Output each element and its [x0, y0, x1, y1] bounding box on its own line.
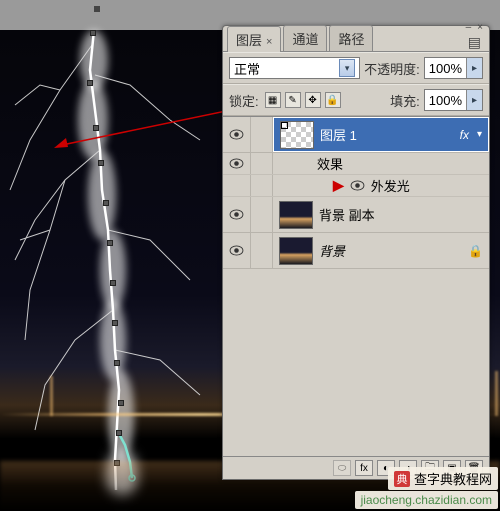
layer-row-bg[interactable]: 背景 🔒 [223, 233, 489, 269]
layer-name: 背景 副本 [319, 205, 375, 224]
visibility-toggle[interactable] [223, 233, 251, 268]
lock-transparent-icon[interactable]: ▦ [265, 92, 281, 108]
tab-paths[interactable]: 路径 [329, 25, 373, 51]
opacity-label: 不透明度: [364, 59, 420, 78]
lock-label: 锁定: [229, 91, 259, 110]
fx-badge[interactable]: fx [460, 128, 469, 142]
tab-layers[interactable]: 图层× [227, 26, 281, 52]
close-icon[interactable]: × [477, 22, 483, 33]
fx-collapse-icon[interactable]: ▾ [477, 129, 482, 140]
close-tab-icon[interactable]: × [266, 36, 272, 48]
layer-name: 背景 [319, 241, 345, 260]
layers-panel: – × 图层× 通道 路径 ▤ 正常 ▾ 不透明度: 100%▸ 锁定: ▦ ✎… [222, 25, 490, 480]
panel-menu-icon[interactable]: ▤ [468, 34, 481, 51]
watermark: 典 查字典教程网 jiaocheng.chazidian.com [355, 467, 498, 509]
visibility-toggle[interactable] [223, 197, 251, 232]
visibility-toggle[interactable] [223, 153, 251, 174]
lock-position-icon[interactable]: ✥ [305, 92, 321, 108]
minimize-icon[interactable]: – [466, 22, 472, 33]
lock-icon: 🔒 [468, 244, 483, 258]
lock-pixels-icon[interactable]: ✎ [285, 92, 301, 108]
layer-thumbnail [280, 121, 314, 149]
fill-label: 填充: [390, 91, 420, 110]
layer-thumbnail [279, 237, 313, 265]
effects-row[interactable]: 效果 [223, 153, 489, 175]
fill-flyout-icon[interactable]: ▸ [466, 90, 482, 110]
tab-channels[interactable]: 通道 [283, 25, 327, 51]
chevron-down-icon: ▾ [339, 59, 355, 77]
layer-row-bgcopy[interactable]: 背景 副本 [223, 197, 489, 233]
blend-mode-select[interactable]: 正常 ▾ [229, 57, 360, 79]
outer-glow-row[interactable]: ▶ 外发光 [223, 175, 489, 197]
link-layers-icon[interactable]: ⬭ [333, 460, 351, 476]
opacity-input[interactable]: 100%▸ [424, 57, 483, 79]
layer-thumbnail [279, 201, 313, 229]
visibility-toggle[interactable] [223, 117, 251, 152]
opacity-flyout-icon[interactable]: ▸ [466, 58, 482, 78]
fill-input[interactable]: 100%▸ [424, 89, 483, 111]
path-anchor-top [94, 6, 100, 12]
layer-row-layer1[interactable]: 图层 1 fx ▾ [223, 117, 489, 153]
annotation-arrowhead: ▶ [333, 177, 344, 194]
lock-all-icon[interactable]: 🔒 [325, 92, 341, 108]
watermark-logo: 典 [394, 471, 410, 487]
layer-name: 图层 1 [320, 125, 357, 144]
